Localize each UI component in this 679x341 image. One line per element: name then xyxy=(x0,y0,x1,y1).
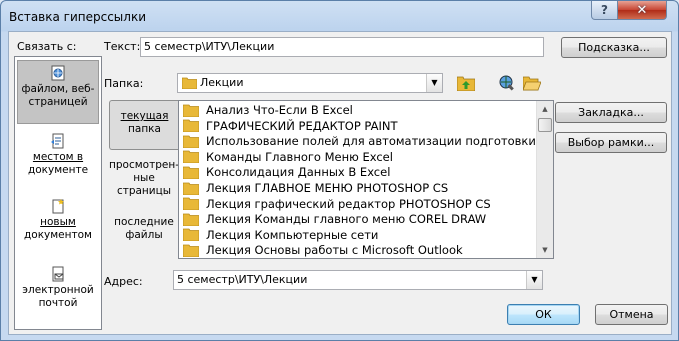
file-list-item[interactable]: Использование полей для автоматизации по… xyxy=(183,133,554,149)
link-to-new-document[interactable]: новым документом xyxy=(17,194,99,242)
file-name: Анализ Что-Если В Excel xyxy=(206,103,353,117)
look-in-bar: текущая папка просмотрен- ные страницы п… xyxy=(109,100,179,258)
browse-file-icon xyxy=(523,76,541,91)
link-to-email[interactable]: электронной почтой xyxy=(17,262,99,310)
folder-combo[interactable]: Лекции ▼ xyxy=(177,73,443,93)
scroll-down-arrow[interactable]: ▼ xyxy=(537,242,553,258)
scroll-thumb[interactable] xyxy=(538,118,552,132)
close-icon: ✕ xyxy=(636,2,648,18)
link-to-email-line2: почтой xyxy=(38,297,78,309)
file-name: Консолидация Данных В Excel xyxy=(206,165,391,180)
help-icon: ? xyxy=(601,3,608,17)
file-name: Лекция Команды главного меню COREL DRAW xyxy=(206,212,487,227)
bookmark-button[interactable]: Закладка... xyxy=(555,102,667,123)
email-icon xyxy=(52,266,64,282)
file-list-item[interactable]: Лекция Компьютерные сети xyxy=(183,227,378,243)
screentip-button[interactable]: Подсказка... xyxy=(561,37,667,58)
close-button[interactable]: ✕ xyxy=(617,1,667,20)
folder-icon xyxy=(183,166,199,179)
browsed-pages-line2: ные xyxy=(133,172,155,184)
up-folder-icon xyxy=(457,76,475,91)
ok-button[interactable]: ОК xyxy=(507,304,580,325)
browse-web-button[interactable] xyxy=(495,72,517,94)
link-to-place-line1: местом в xyxy=(32,151,84,163)
address-combo[interactable]: 5 семестр\ИТУ\Лекции ▼ xyxy=(173,270,543,290)
file-list-item[interactable]: Анализ Что-Если В Excel xyxy=(183,102,353,118)
new-document-icon xyxy=(52,199,64,214)
link-to-place-line2: документе xyxy=(27,164,89,176)
folder-icon xyxy=(183,213,199,226)
folder-icon xyxy=(183,104,199,117)
file-list-item[interactable]: Лекция Команды главного меню COREL DRAW xyxy=(183,211,486,227)
folder-icon xyxy=(183,119,199,133)
folder-icon xyxy=(183,197,199,211)
link-to-email-line1: электронной xyxy=(22,284,94,296)
folder-icon xyxy=(183,150,199,164)
place-in-document-icon xyxy=(51,133,64,149)
title-bar[interactable]: Вставка гиперссылки ? ✕ xyxy=(1,1,678,31)
text-to-display-input[interactable]: 5 семестр\ИТУ\Лекции xyxy=(140,37,544,57)
link-to-existing-file-line1: файлом, веб- xyxy=(21,83,95,95)
browse-web-icon xyxy=(499,75,514,91)
cancel-button[interactable]: Отмена xyxy=(595,304,668,325)
file-name: Использование полей для автоматизации по… xyxy=(206,134,554,149)
look-in-recent-files[interactable]: последние файлы xyxy=(109,216,179,242)
help-button[interactable]: ? xyxy=(591,1,618,20)
file-name: Лекция ГЛАВНОЕ МЕНЮ PHOTOSHOP CS xyxy=(206,181,449,195)
link-to-heading: Связать с: xyxy=(17,40,77,53)
file-list-item[interactable]: Лекция графический редактор PHOTOSHOP CS xyxy=(183,196,491,212)
file-list-item[interactable]: ГРАФИЧЕСКИЙ РЕДАКТОР PAINT xyxy=(183,118,398,134)
file-name: Команды Главного Меню Excel xyxy=(206,149,393,164)
file-list-item[interactable]: Лекция Основы работы с Microsoft Outlook xyxy=(183,242,463,258)
file-name: ГРАФИЧЕСКИЙ РЕДАКТОР PAINT xyxy=(206,118,398,133)
folder-icon xyxy=(183,228,199,242)
recent-files-line2: файлы xyxy=(125,229,163,241)
hyperlink-dialog: Вставка гиперссылки ? ✕ Связать с: файло… xyxy=(0,0,679,341)
target-frame-button[interactable]: Выбор рамки... xyxy=(555,132,667,153)
link-to-bar: файлом, веб- страницей местом в документ… xyxy=(14,56,102,330)
address-label: Адрес: xyxy=(104,275,143,288)
folder-dropdown-arrow[interactable]: ▼ xyxy=(426,74,442,92)
file-name: Лекция Основы работы с Microsoft Outlook xyxy=(206,243,463,258)
dialog-title: Вставка гиперссылки xyxy=(9,10,146,24)
link-to-new-line1: новым xyxy=(40,216,76,228)
scroll-up-arrow[interactable]: ▲ xyxy=(537,101,553,117)
address-value: 5 семестр\ИТУ\Лекции xyxy=(177,273,308,286)
browsed-pages-line1: просмотрен- xyxy=(109,159,179,171)
file-name: Лекция Компьютерные сети xyxy=(206,227,379,242)
file-list-item[interactable]: Консолидация Данных В Excel xyxy=(183,164,390,180)
folder-icon xyxy=(183,244,199,257)
folder-icon xyxy=(183,135,199,148)
file-name: Лекция графический редактор PHOTOSHOP CS xyxy=(206,196,491,211)
file-list[interactable]: Анализ Что-Если В Excel ГРАФИЧЕСКИЙ РЕДАК… xyxy=(178,100,554,259)
file-list-item[interactable]: Команды Главного Меню Excel xyxy=(183,149,393,165)
link-to-place-in-document[interactable]: местом в документе xyxy=(17,129,99,177)
folder-icon xyxy=(183,182,199,195)
browse-file-button[interactable] xyxy=(521,72,543,94)
recent-files-line1: последние xyxy=(114,216,174,228)
address-dropdown-arrow[interactable]: ▼ xyxy=(526,271,542,289)
folder-icon xyxy=(182,77,197,89)
text-label: Текст: xyxy=(104,40,141,53)
web-page-icon xyxy=(51,65,65,81)
current-folder-line2: папка xyxy=(128,123,161,135)
folder-label: Папка: xyxy=(104,77,144,90)
file-list-item[interactable]: Лекция ГЛАВНОЕ МЕНЮ PHOTOSHOP CS xyxy=(183,180,448,196)
look-in-current-folder[interactable]: текущая папка xyxy=(109,100,179,150)
link-to-existing-file-line2: страницей xyxy=(28,96,88,108)
browsed-pages-line3: страницы xyxy=(116,185,172,197)
look-in-browsed-pages[interactable]: просмотрен- ные страницы xyxy=(109,159,179,198)
dialog-body: Связать с: файлом, веб- страницей местом… xyxy=(8,31,672,335)
link-to-existing-file[interactable]: файлом, веб- страницей xyxy=(17,60,99,124)
file-list-scrollbar[interactable]: ▲ ▼ xyxy=(536,101,553,258)
link-to-new-line2: документом xyxy=(24,229,92,241)
folder-value: Лекции xyxy=(200,76,244,89)
current-folder-line1: текущая xyxy=(120,110,169,122)
up-one-folder-button[interactable] xyxy=(455,72,477,94)
